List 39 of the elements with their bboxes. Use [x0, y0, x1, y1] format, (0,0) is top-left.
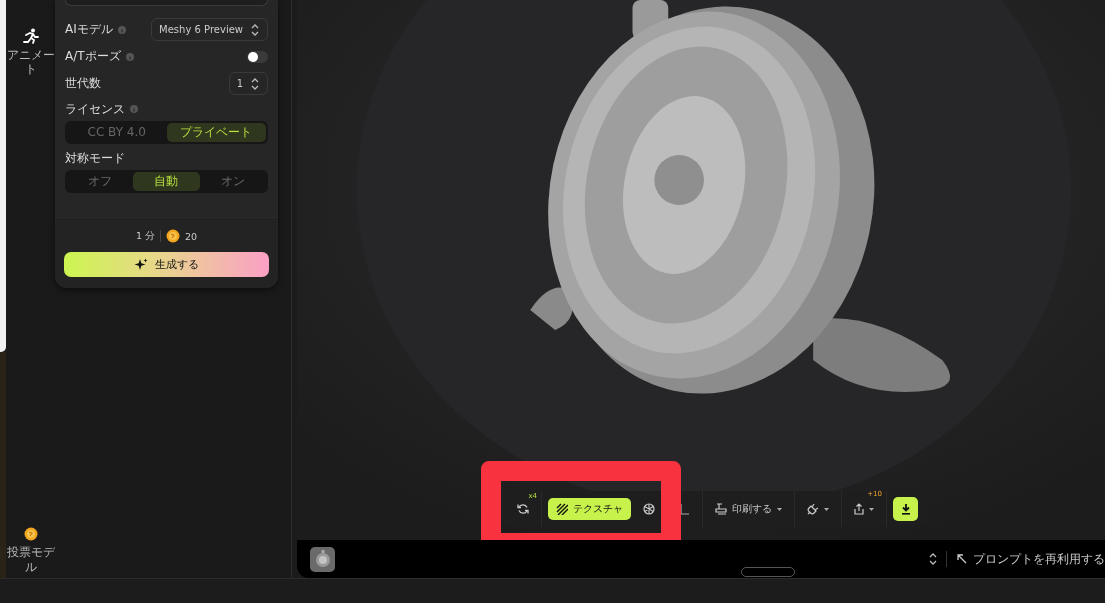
caret-icon: [777, 507, 782, 511]
field-label: 対称モード: [65, 149, 125, 167]
field-label: ライセンス: [65, 100, 125, 118]
running-figure-icon: [22, 28, 39, 44]
time-estimate: 1 分: [135, 229, 155, 243]
model-thumbnail[interactable]: [310, 546, 335, 572]
generate-button[interactable]: 生成する: [64, 252, 269, 277]
printer-icon: [715, 503, 727, 515]
info-icon: [117, 25, 126, 34]
download-button[interactable]: [893, 497, 918, 521]
count-stepper[interactable]: 1: [228, 72, 268, 95]
download-icon: [900, 503, 911, 515]
info-icon: [125, 52, 134, 61]
field-label: 世代数: [65, 75, 101, 92]
caret-icon: [869, 507, 874, 511]
field-label: AIモデル: [65, 21, 113, 38]
input-field[interactable]: [65, 0, 268, 6]
chevron-icon: [250, 23, 260, 36]
chevron-icon: [928, 553, 938, 565]
reuse-prompt-button[interactable]: プロンプトを再利用する: [947, 550, 1105, 568]
model-select[interactable]: Meshy 6 Preview: [151, 18, 268, 41]
share-icon: [854, 503, 864, 515]
coin-icon: [23, 527, 38, 542]
field-label: A/Tポーズ: [65, 48, 121, 65]
credit-cost: 20: [185, 230, 198, 242]
chevron-icon: [250, 77, 260, 90]
arrow-icon: [957, 554, 967, 564]
snowflake-icon: [643, 503, 655, 515]
toggle-switch[interactable]: [247, 50, 268, 63]
coin-icon: [166, 229, 180, 243]
hatch-icon: [556, 503, 568, 515]
texture-button[interactable]: テクスチャ: [548, 498, 631, 520]
print-button[interactable]: 印刷する: [709, 497, 788, 521]
plug-icon: [807, 503, 819, 515]
segment-option[interactable]: 自動: [133, 172, 200, 191]
segment-option[interactable]: プライベート: [166, 123, 266, 142]
info-icon: [130, 105, 138, 113]
refresh-icon: [517, 503, 529, 515]
caret-icon: [824, 507, 829, 511]
